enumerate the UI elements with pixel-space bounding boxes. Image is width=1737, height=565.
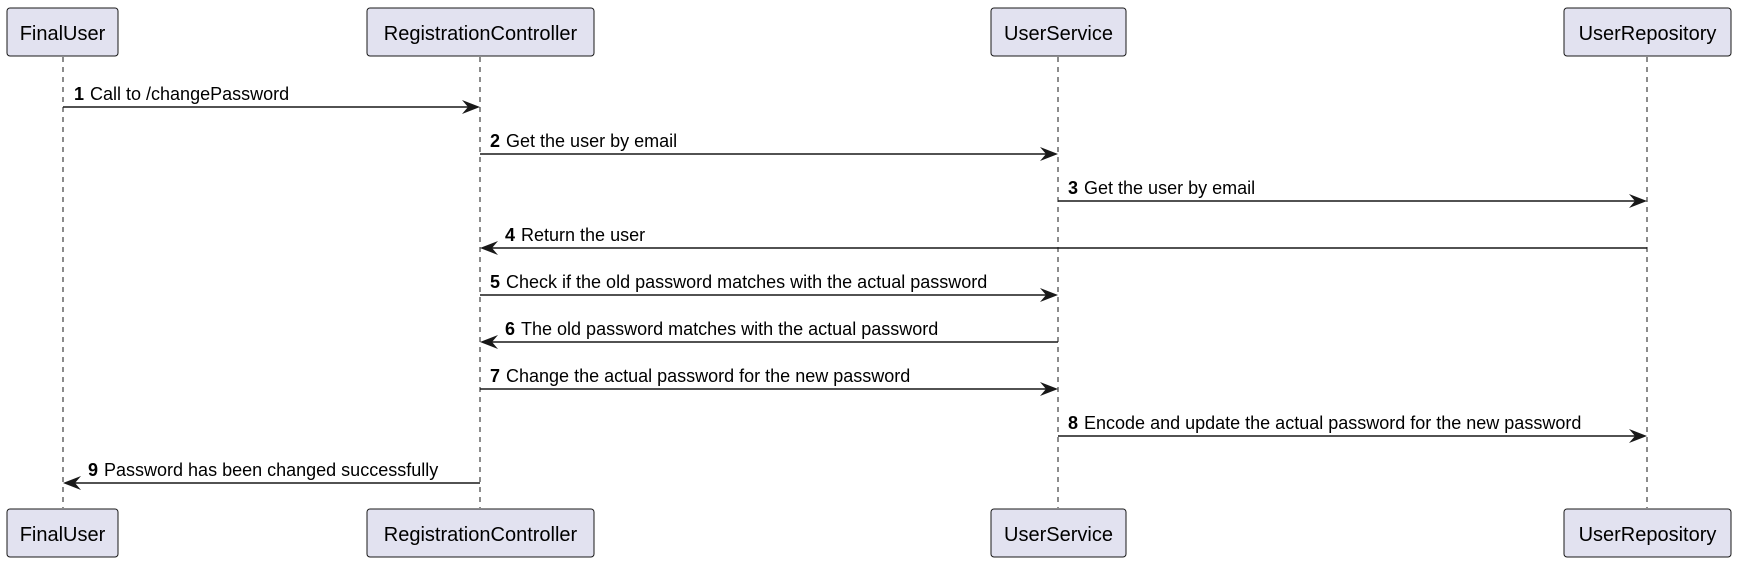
message-number: 8	[1068, 413, 1078, 433]
message-number: 1	[74, 84, 84, 104]
message-number: 4	[505, 225, 515, 245]
participant-bottom-registrationcontroller: RegistrationController	[366, 508, 595, 558]
message-text: Password has been changed successfully	[104, 460, 438, 480]
participant-label: UserService	[1004, 23, 1113, 45]
participant-top-userservice: UserService	[990, 7, 1127, 57]
participant-bottom-finaluser: FinalUser	[6, 508, 119, 558]
message-3: 3 Get the user by email	[1058, 178, 1647, 208]
message-text: Get the user by email	[506, 131, 677, 151]
message-2: 2 Get the user by email	[480, 131, 1058, 161]
message-number: 9	[88, 460, 98, 480]
message-number: 3	[1068, 178, 1078, 198]
message-label: 1 Call to /changePassword	[74, 84, 289, 104]
participant-top-finaluser: FinalUser	[6, 7, 119, 57]
participant-bottom-userrepository: UserRepository	[1563, 508, 1732, 558]
participant-label: UserRepository	[1579, 23, 1717, 45]
participant-bottom-userservice: UserService	[990, 508, 1127, 558]
participant-label: FinalUser	[20, 524, 106, 546]
message-label: 3 Get the user by email	[1068, 178, 1255, 198]
message-text: Get the user by email	[1084, 178, 1255, 198]
message-text: Change the actual password for the new p…	[506, 366, 910, 386]
message-text: Check if the old password matches with t…	[506, 272, 987, 292]
message-number: 5	[490, 272, 500, 292]
participant-top-userrepository: UserRepository	[1563, 7, 1732, 57]
message-label: 7 Change the actual password for the new …	[490, 366, 910, 386]
message-number: 7	[490, 366, 500, 386]
message-9: 9 Password has been changed successfully	[63, 460, 480, 490]
message-5: 5 Check if the old password matches with …	[480, 272, 1058, 302]
message-label: 8 Encode and update the actual password f…	[1068, 413, 1581, 433]
participant-label: RegistrationController	[384, 23, 578, 45]
participant-label: UserService	[1004, 524, 1113, 546]
message-label: 5 Check if the old password matches with …	[490, 272, 987, 292]
message-number: 6	[505, 319, 515, 339]
message-text: The old password matches with the actual…	[521, 319, 938, 339]
message-number: 2	[490, 131, 500, 151]
message-label: 9 Password has been changed successfully	[88, 460, 438, 480]
message-1: 1 Call to /changePassword	[63, 84, 480, 114]
message-8: 8 Encode and update the actual password f…	[1058, 413, 1647, 443]
message-6: 6 The old password matches with the actua…	[480, 319, 1058, 349]
message-4: 4 Return the user	[480, 225, 1647, 255]
participant-label: RegistrationController	[384, 524, 578, 546]
sequence-diagram: FinalUser RegistrationController UserSer…	[6, 7, 1732, 558]
message-text: Call to /changePassword	[90, 84, 289, 104]
participant-label: UserRepository	[1579, 524, 1717, 546]
message-label: 6 The old password matches with the actua…	[505, 319, 938, 339]
participant-top-registrationcontroller: RegistrationController	[366, 7, 595, 57]
message-label: 2 Get the user by email	[490, 131, 677, 151]
message-text: Encode and update the actual password fo…	[1084, 413, 1581, 433]
message-text: Return the user	[521, 225, 645, 245]
message-label: 4 Return the user	[505, 225, 645, 245]
participant-label: FinalUser	[20, 23, 106, 45]
message-7: 7 Change the actual password for the new …	[480, 366, 1058, 396]
